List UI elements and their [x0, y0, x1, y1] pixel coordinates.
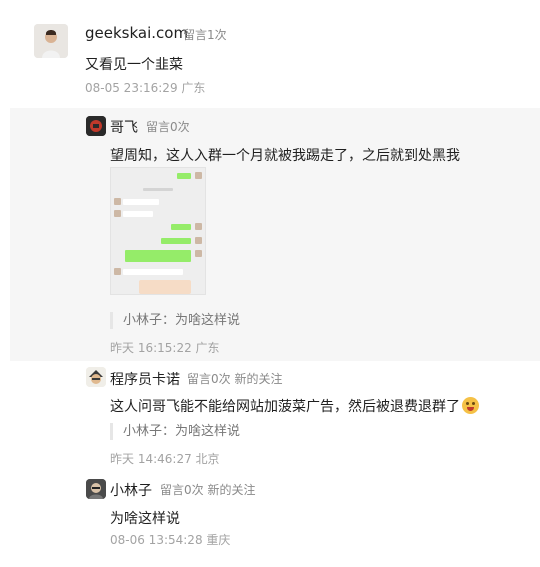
reply-author[interactable]: 程序员卡诺 [110, 369, 180, 389]
person-avatar-icon [34, 24, 68, 58]
reply-time: 昨天 16:15:22 广东 [110, 341, 220, 355]
comment-count: 留言1次 [183, 28, 227, 42]
reply-text: 为啥这样说 [110, 511, 180, 527]
reply-count: 留言0次 新的关注 [187, 372, 283, 386]
logo-avatar-icon [86, 116, 106, 136]
reply-author[interactable]: 哥飞 [110, 117, 138, 137]
reply-count: 留言0次 新的关注 [160, 483, 256, 497]
reply-text: 这人问哥飞能不能给网站加菠菜广告，然后被退费退群了 [110, 399, 460, 415]
comment-time: 08-05 23:16:29 广东 [85, 81, 206, 95]
person-avatar-icon [86, 479, 106, 499]
cartoon-avatar-icon [86, 367, 106, 387]
avatar[interactable] [34, 24, 68, 58]
quoted-text: 小林子：为啥这样说 [110, 312, 240, 329]
comment-text: 又看见一个韭菜 [85, 57, 183, 73]
avatar[interactable] [86, 367, 106, 387]
reply-count: 留言0次 [146, 120, 190, 134]
quoted-text: 小林子：为啥这样说 [110, 423, 240, 440]
reply-time: 昨天 14:46:27 北京 [110, 452, 220, 466]
reply-text: 望周知，这人入群一个月就被我踢走了，之后就到处黑我 [110, 148, 460, 164]
reply-text-row: 这人问哥飞能不能给网站加菠菜广告，然后被退费退群了 [110, 396, 479, 416]
avatar[interactable] [86, 479, 106, 499]
avatar[interactable] [86, 116, 106, 136]
grimace-emoji-icon [462, 397, 479, 414]
comment-author[interactable]: geekskai.com [85, 24, 188, 42]
chat-screenshot-image[interactable] [110, 167, 206, 295]
reply-time: 08-06 13:54:28 重庆 [110, 533, 231, 547]
reply-author[interactable]: 小林子 [110, 480, 152, 500]
